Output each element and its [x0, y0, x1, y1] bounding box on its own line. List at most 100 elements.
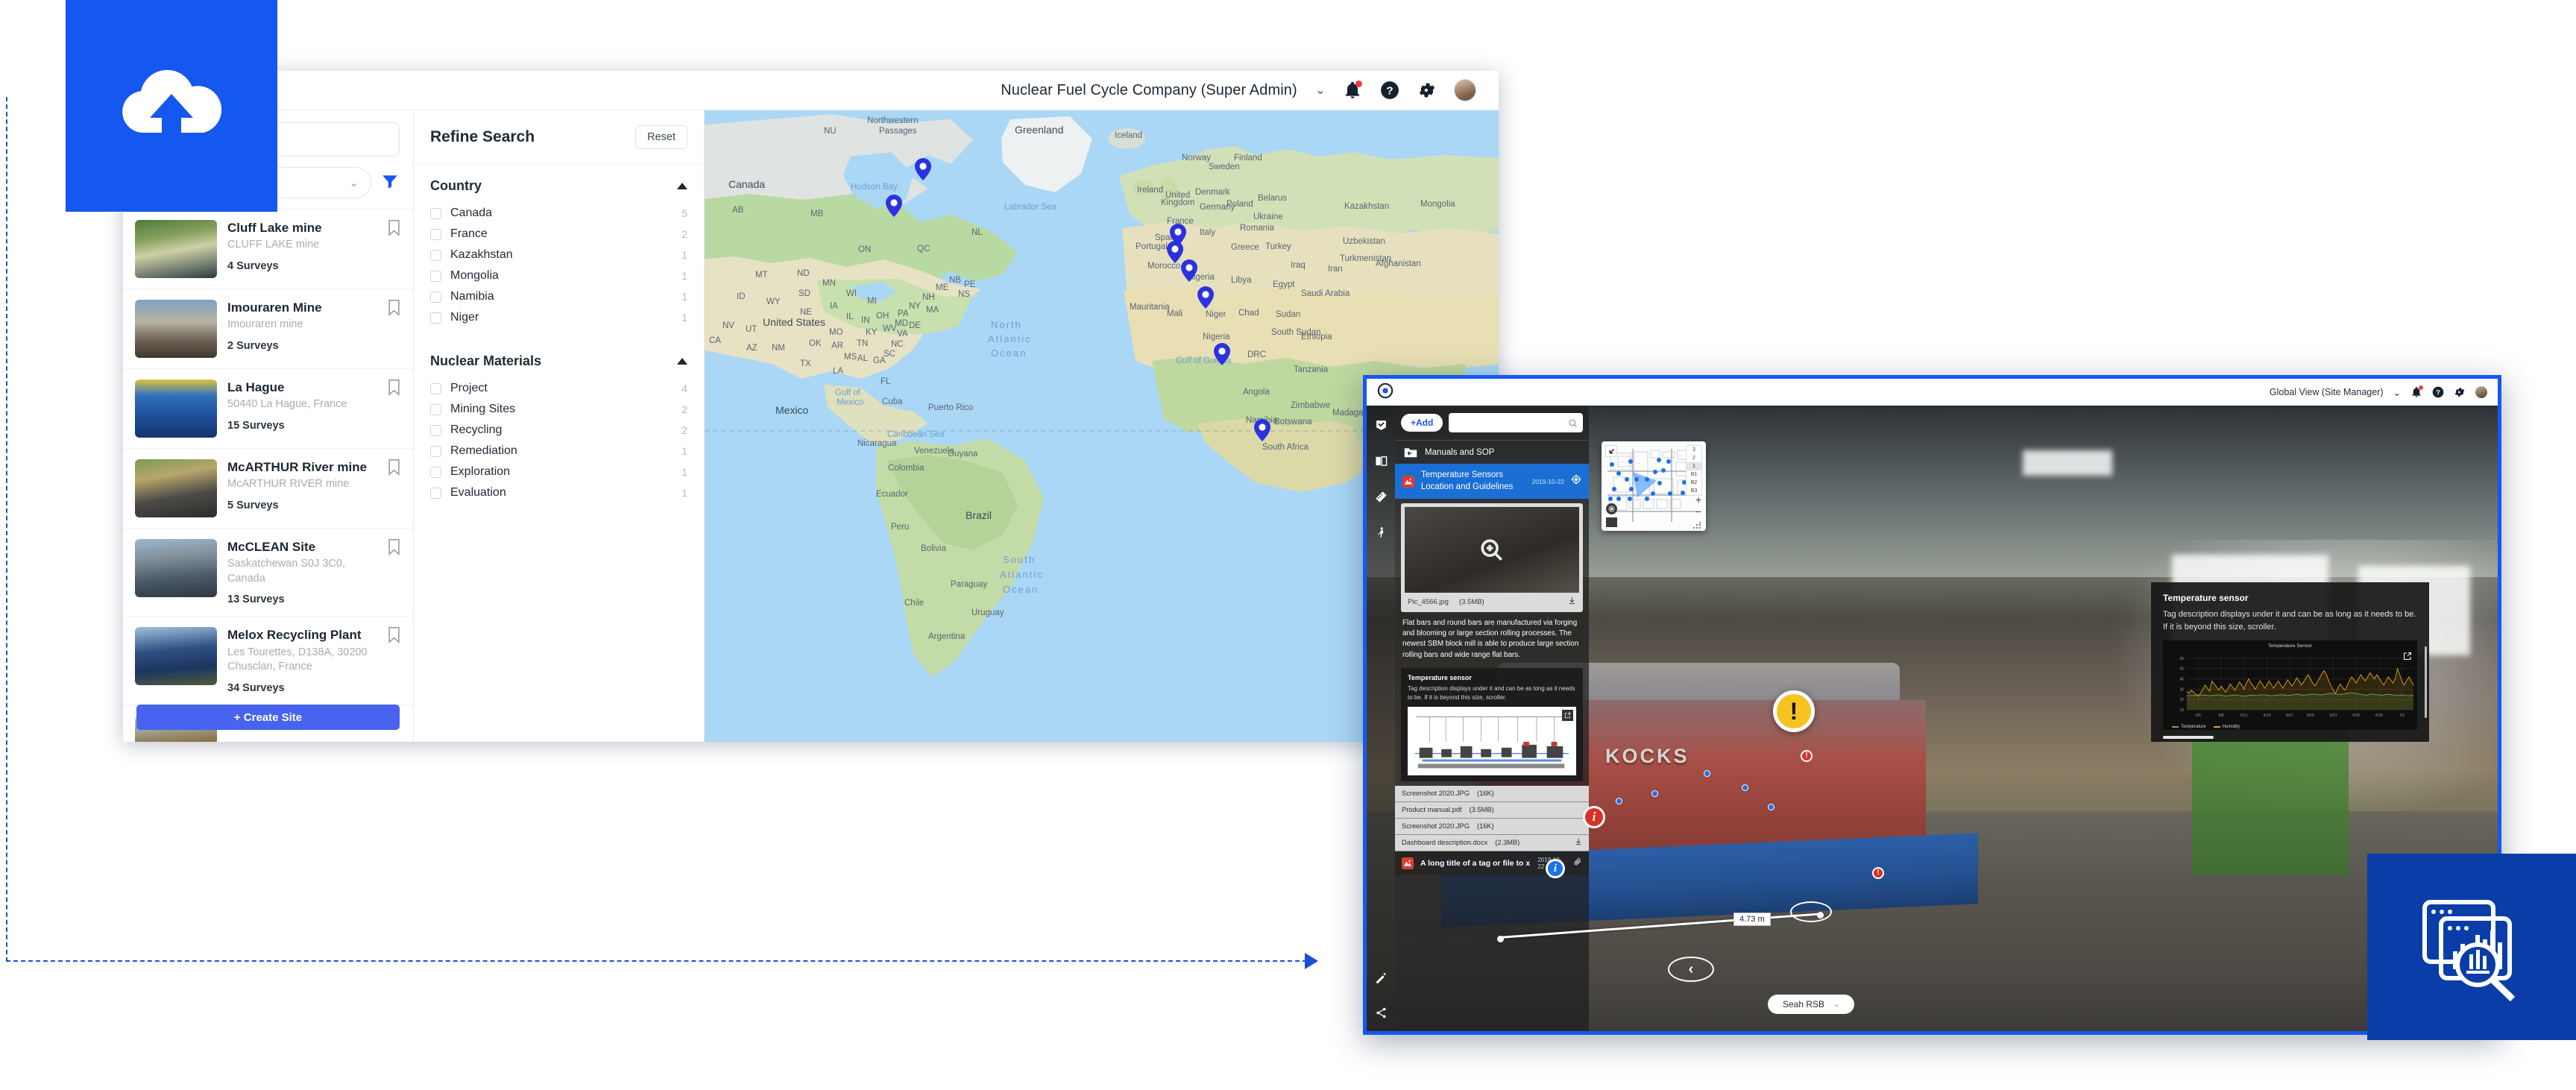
gear-icon[interactable]: [2454, 386, 2466, 398]
bookmark-icon[interactable]: [387, 627, 401, 647]
hotspot-dot[interactable]: [1742, 784, 1748, 791]
checkbox[interactable]: [430, 207, 441, 219]
tag-marker[interactable]: [1645, 497, 1649, 501]
avatar[interactable]: [1454, 79, 1476, 101]
ruler-icon[interactable]: [1375, 491, 1388, 507]
nav-arrow-left[interactable]: ‹: [1668, 957, 1714, 982]
floor-selector[interactable]: 3 2 1 B1 B2 B3: [1686, 445, 1702, 496]
hotspot-dot[interactable]: [1616, 798, 1622, 804]
attachment-icon[interactable]: [1573, 857, 1582, 870]
map-pin[interactable]: [1214, 343, 1230, 365]
list-item[interactable]: McCLEAN Site Saskatchewan S0J 3C0, Canad…: [123, 529, 413, 617]
north-arrow-icon[interactable]: [1605, 445, 1617, 457]
measurement-endpoint[interactable]: [1497, 936, 1504, 942]
floor-option[interactable]: B2: [1687, 479, 1701, 487]
facet-option-recycling[interactable]: Recycling 2: [430, 420, 687, 441]
list-item[interactable]: Screenshot 2020.JPG (16K): [1395, 818, 1589, 835]
tag-marker[interactable]: [1657, 458, 1661, 462]
resize-handle[interactable]: [1692, 520, 1701, 529]
viewer-org-chevron-down-icon[interactable]: ⌄: [2393, 387, 2401, 398]
add-button[interactable]: +Add: [1401, 414, 1443, 432]
list-item[interactable]: McARTHUR River mine McARTHUR RIVER mine …: [123, 449, 413, 529]
list-item[interactable]: Imouraren Mine Imouraren mine 2 Surveys: [123, 289, 413, 369]
list-item[interactable]: Product manual.pdf (3.5MB): [1395, 801, 1589, 819]
tag-marker[interactable]: [1616, 497, 1621, 501]
download-icon[interactable]: [1568, 596, 1576, 607]
panorama-stage[interactable]: KOCKS +Add Manuals and SOP Temperature S…: [1367, 406, 2498, 1031]
bell-icon[interactable]: [2410, 385, 2423, 398]
floor-option[interactable]: B1: [1687, 470, 1701, 479]
list-item[interactable]: Melox Recycling Plant Les Tourettes, D13…: [123, 617, 413, 705]
tag-marker[interactable]: [1668, 491, 1672, 496]
tag-marker[interactable]: [1651, 491, 1655, 496]
expand-icon[interactable]: [1562, 709, 1573, 721]
hotspot-warning-small[interactable]: !: [1872, 867, 1884, 879]
reset-button[interactable]: Reset: [635, 125, 687, 149]
create-site-button[interactable]: + Create Site: [136, 705, 400, 730]
floor-option[interactable]: 2: [1687, 454, 1701, 462]
list-item[interactable]: Dashboard description.docx (2.3MB): [1395, 834, 1589, 851]
chevron-up-icon[interactable]: [677, 183, 687, 189]
checkbox[interactable]: [430, 424, 441, 436]
folder-breadcrumb[interactable]: Manuals and SOP: [1395, 440, 1589, 464]
bookmark-icon[interactable]: [387, 379, 401, 400]
tag-marker[interactable]: [1628, 497, 1632, 501]
list-item[interactable]: Cluff Lake mine CLUFF LAKE mine 4 Survey…: [123, 210, 413, 289]
gear-icon[interactable]: [1417, 80, 1437, 101]
facet-option-evaluation[interactable]: Evaluation 1: [430, 482, 687, 503]
bookmark-icon[interactable]: [387, 459, 401, 479]
checkbox[interactable]: [430, 291, 441, 303]
bookmark-icon[interactable]: [387, 539, 401, 559]
avatar[interactable]: [2475, 386, 2487, 398]
chevron-up-icon[interactable]: [677, 358, 687, 365]
site-list[interactable]: Cluff Lake mine CLUFF LAKE mine 4 Survey…: [123, 209, 413, 742]
filter-icon[interactable]: [380, 171, 400, 195]
tag-marker[interactable]: [1661, 468, 1666, 473]
checkbox[interactable]: [430, 270, 441, 282]
tag-detail-diagram[interactable]: [1408, 706, 1576, 775]
scene-selector[interactable]: Seah RSB ⌄: [1768, 995, 1855, 1014]
facet-option-niger[interactable]: Niger 1: [430, 307, 687, 328]
share-icon[interactable]: [1375, 1006, 1388, 1023]
nav-hotspot-right[interactable]: [1790, 901, 1832, 922]
checkbox[interactable]: [430, 249, 441, 261]
facet-header[interactable]: Country: [430, 178, 687, 194]
bookmark-icon[interactable]: [387, 220, 401, 240]
walk-icon[interactable]: [1375, 526, 1388, 543]
chart-expand-icon[interactable]: [2402, 650, 2413, 662]
tag-marker[interactable]: [1629, 487, 1634, 491]
checkbox[interactable]: [430, 466, 441, 478]
zoom-out-button[interactable]: −: [1695, 506, 1701, 517]
tag-marker[interactable]: [1657, 481, 1662, 485]
facet-option-kazakhstan[interactable]: Kazakhstan 1: [430, 245, 687, 265]
facet-option-mining-sites[interactable]: Mining Sites 2: [430, 399, 687, 420]
facet-option-mongolia[interactable]: Mongolia 1: [430, 265, 687, 286]
list-item[interactable]: La Hague 50440 La Hague, France 15 Surve…: [123, 369, 413, 449]
download-icon[interactable]: [1575, 838, 1582, 847]
hotspot-info-red[interactable]: i: [1583, 806, 1605, 828]
tag-icon[interactable]: [1375, 419, 1388, 435]
bell-icon[interactable]: [1342, 80, 1363, 101]
bookmark-icon[interactable]: [387, 300, 401, 320]
help-icon[interactable]: ?: [1379, 80, 1400, 101]
hotspot-warning[interactable]: !: [1773, 690, 1815, 732]
hotspot-warning-small[interactable]: !: [1801, 750, 1813, 762]
file-preview-card[interactable]: Pic_4566.jpg (3.5MB): [1401, 503, 1583, 613]
facet-option-namibia[interactable]: Namibia 1: [430, 286, 687, 307]
pencil-icon[interactable]: [1375, 972, 1388, 989]
selected-tag-row[interactable]: Temperature Sensors Location and Guideli…: [1395, 464, 1589, 500]
tag-marker[interactable]: [1608, 497, 1613, 501]
org-chevron-down-icon[interactable]: ⌄: [1315, 83, 1326, 98]
tag-marker[interactable]: [1628, 459, 1633, 464]
floor-option-active[interactable]: 1: [1687, 462, 1701, 470]
tag-marker[interactable]: [1666, 459, 1671, 464]
list-item[interactable]: Screenshot 2020.JPG (16K): [1395, 785, 1589, 802]
map-pin[interactable]: [886, 195, 902, 217]
map-pin[interactable]: [1197, 286, 1214, 309]
map-pin[interactable]: [1181, 259, 1197, 282]
floorplan-minimap[interactable]: ROOM BAY SHOP 3 2 1 B1 B2 B3 + −: [1602, 441, 1706, 531]
hotspot-info-blue[interactable]: i: [1546, 859, 1565, 878]
hotspot-dot[interactable]: [1651, 790, 1658, 797]
tooltip-handle[interactable]: [2163, 736, 2214, 739]
tag-marker[interactable]: [1634, 477, 1639, 482]
